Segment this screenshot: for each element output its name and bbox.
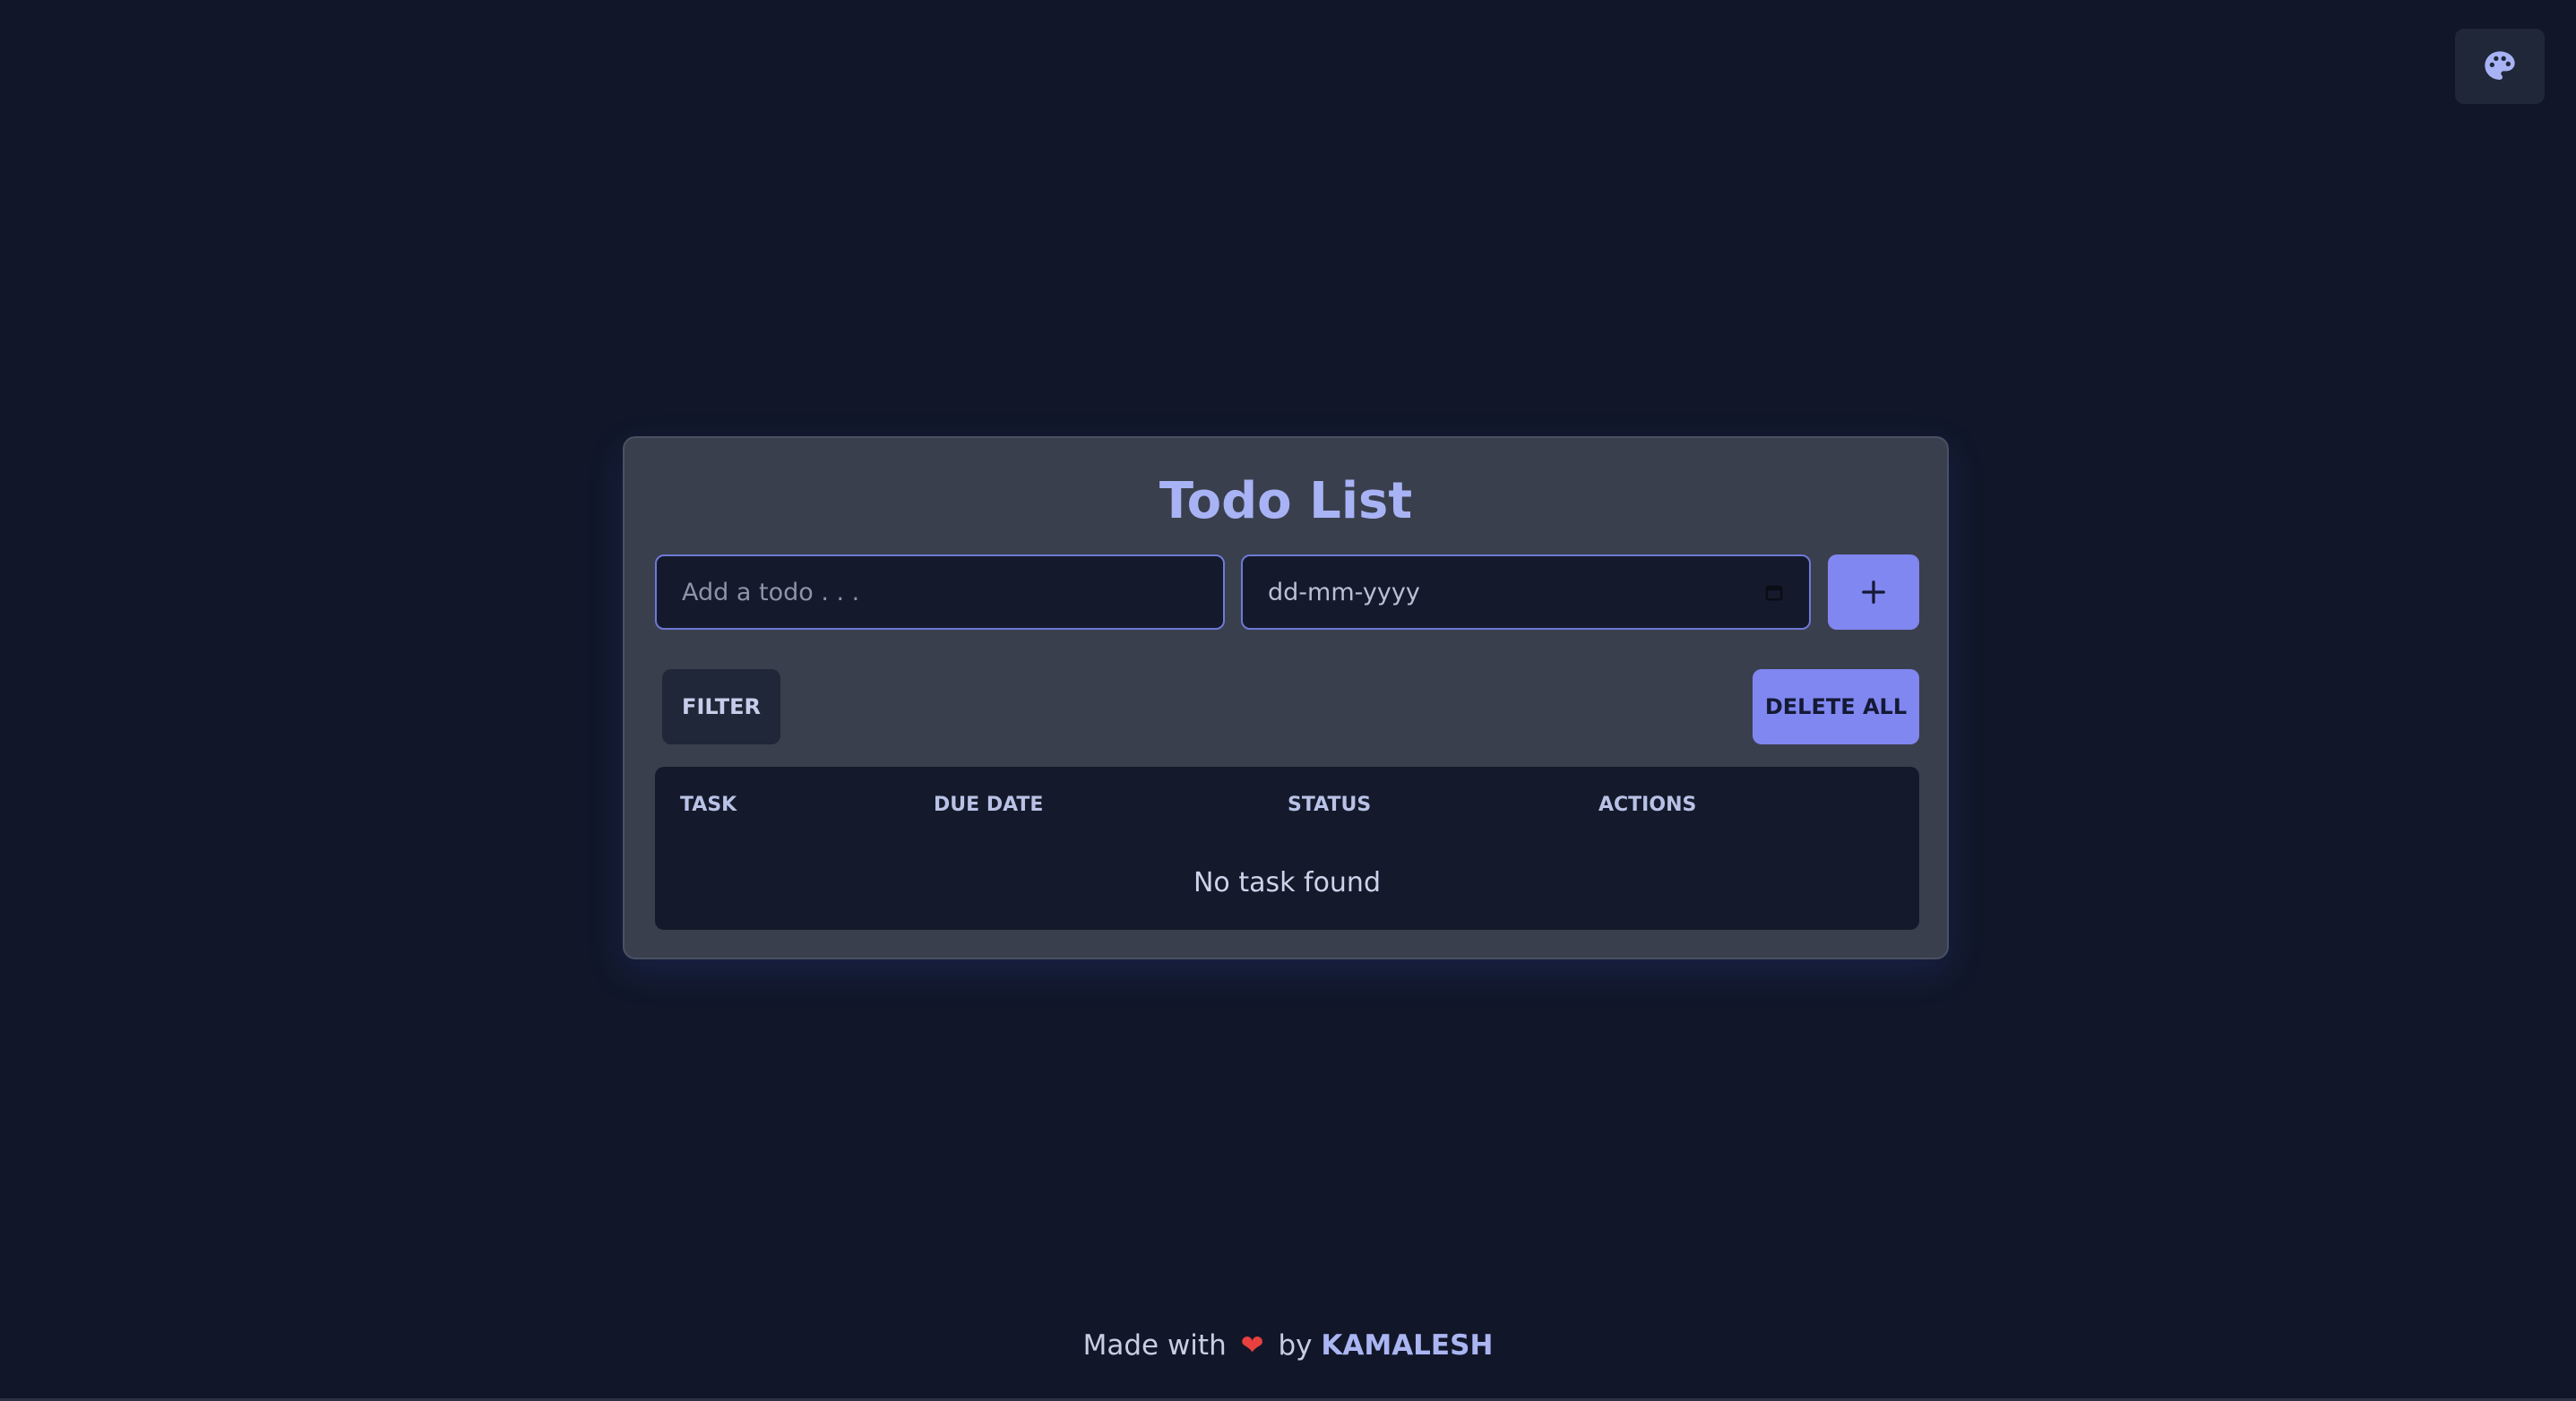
heart-icon: ❤ — [1240, 1329, 1264, 1362]
todo-input[interactable] — [655, 554, 1225, 630]
todo-card: Todo List dd-mm-yyyy FILTER DELETE ALL T… — [623, 436, 1949, 959]
palette-icon — [2485, 51, 2515, 80]
add-todo-button[interactable] — [1828, 554, 1919, 630]
plus-icon — [1862, 580, 1885, 604]
footer: Made with ❤ by KAMALESH — [0, 1329, 2576, 1362]
due-date-input[interactable]: dd-mm-yyyy — [1241, 554, 1811, 630]
todo-table: TASK DUE DATE STATUS ACTIONS No task fou… — [655, 767, 1919, 930]
empty-state-message: No task found — [1193, 867, 1381, 898]
calendar-icon[interactable] — [1764, 582, 1784, 602]
column-header-task: TASK — [680, 794, 737, 816]
column-header-status: STATUS — [1288, 794, 1372, 816]
footer-author: KAMALESH — [1321, 1329, 1494, 1362]
footer-prefix: Made with — [1082, 1329, 1227, 1362]
footer-by: by — [1278, 1329, 1313, 1362]
column-header-due-date: DUE DATE — [934, 794, 1044, 816]
date-placeholder: dd-mm-yyyy — [1268, 578, 1420, 606]
delete-all-button[interactable]: DELETE ALL — [1753, 669, 1919, 744]
page-title: Todo List — [1159, 472, 1413, 530]
filter-button[interactable]: FILTER — [662, 669, 780, 744]
theme-toggle-button[interactable] — [2455, 29, 2545, 104]
column-header-actions: ACTIONS — [1598, 794, 1697, 816]
